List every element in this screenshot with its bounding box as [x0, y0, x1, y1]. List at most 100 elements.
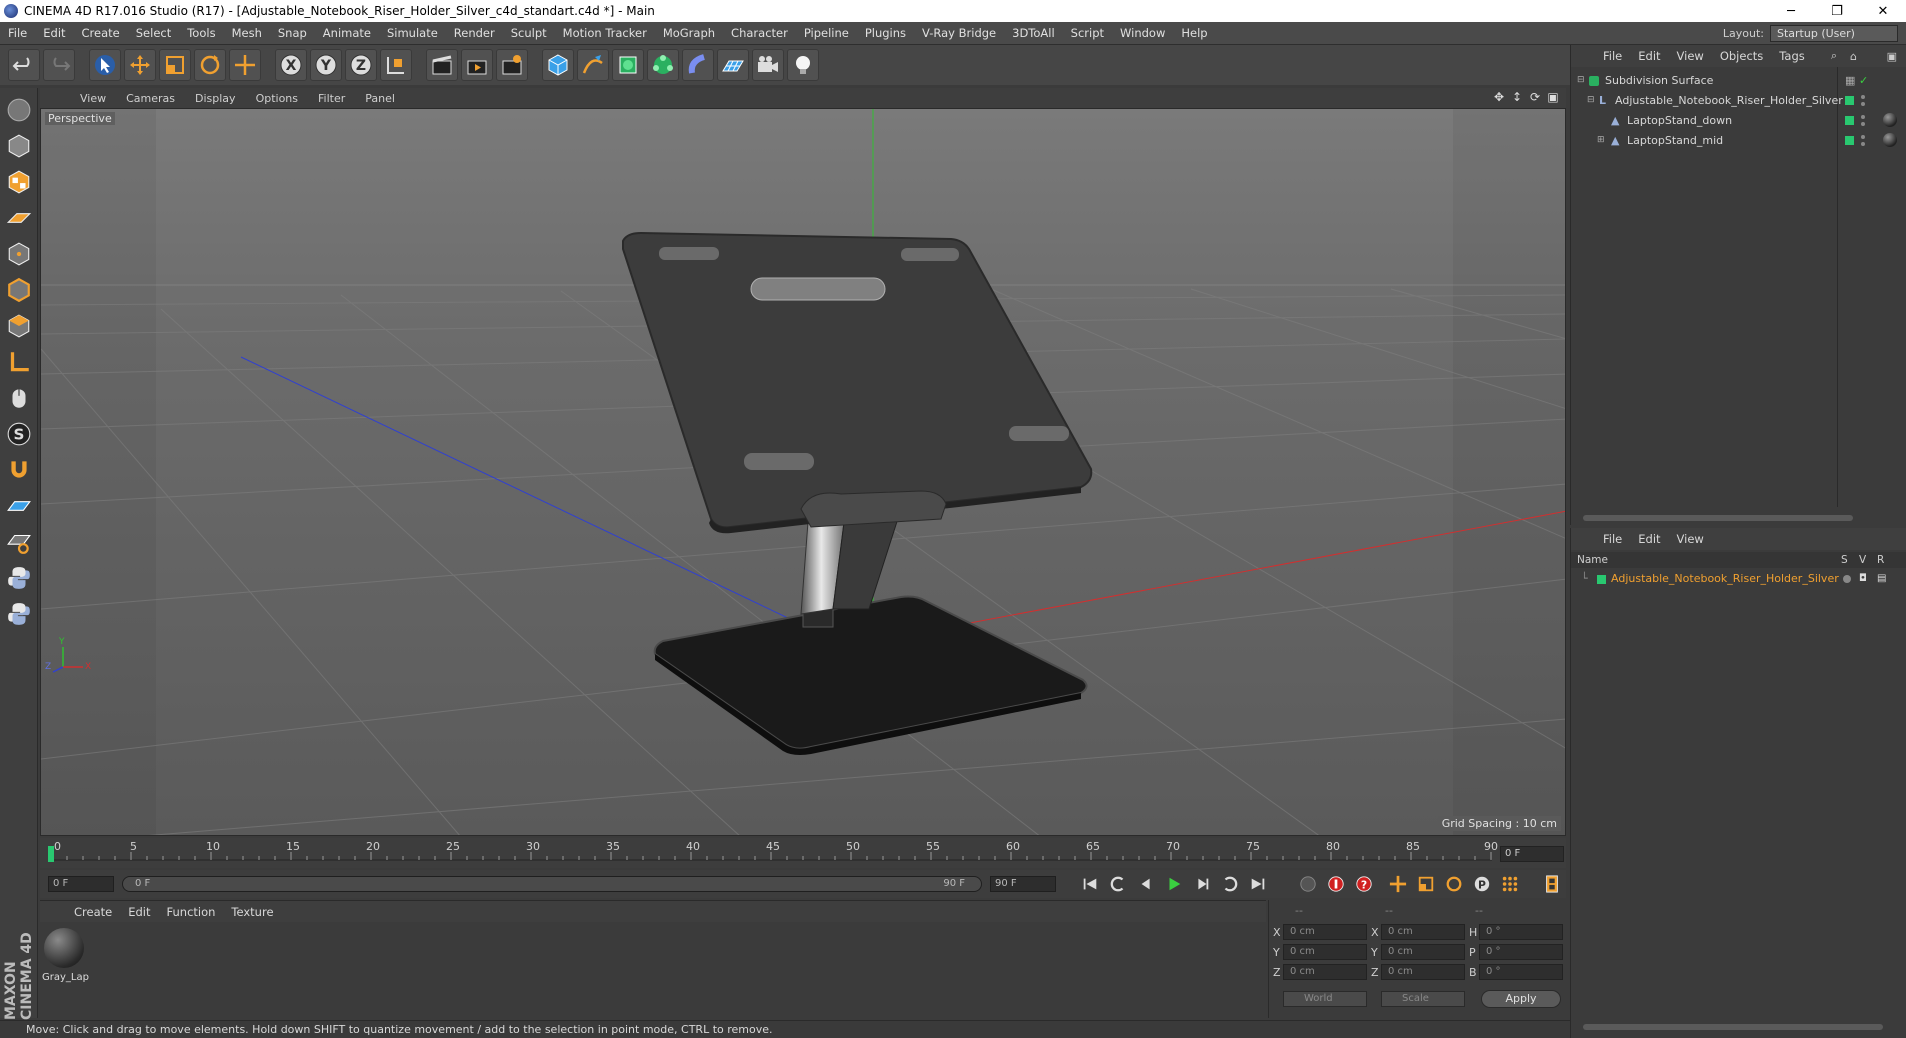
object-row-notebook-riser[interactable]: ⊟ L Adjustable_Notebook_Riser_Holder_Sil… [1571, 91, 1906, 110]
snap-button[interactable]: S [3, 418, 35, 450]
record-active-button[interactable] [1324, 872, 1348, 896]
viewport-menu-panel[interactable]: Panel [355, 92, 405, 105]
light-button[interactable] [787, 49, 819, 81]
om-maximize-icon[interactable]: ▣ [1887, 50, 1897, 63]
am-menu-view[interactable]: View [1669, 532, 1712, 546]
render-settings-button[interactable] [496, 49, 528, 81]
z-axis-lock-button[interactable]: Z [345, 49, 377, 81]
layout-dropdown[interactable]: Startup (User) [1770, 25, 1898, 42]
previous-frame-button[interactable] [1134, 872, 1158, 896]
menu-create[interactable]: Create [74, 26, 128, 40]
material-menu-function[interactable]: Function [159, 905, 224, 919]
om-home-icon[interactable]: ⌂ [1850, 50, 1857, 63]
coordinate-space-dropdown[interactable]: World [1283, 991, 1367, 1007]
timeline-ruler[interactable]: 0 5 10 15 20 25 30 35 40 45 50 55 60 65 … [40, 838, 1566, 868]
menu-edit[interactable]: Edit [35, 26, 73, 40]
max-frame-input[interactable]: 90 F [990, 876, 1056, 892]
layer-color-swatch[interactable] [1597, 575, 1606, 584]
next-frame-button[interactable] [1190, 872, 1214, 896]
frame-range-slider[interactable]: 0 F 90 F [122, 876, 982, 892]
floor-button[interactable] [717, 49, 749, 81]
camera-button[interactable] [752, 49, 784, 81]
menu-mesh[interactable]: Mesh [224, 26, 270, 40]
undo-button[interactable] [8, 49, 40, 81]
position-y-input[interactable]: 0 cm [1283, 944, 1367, 960]
menu-tools[interactable]: Tools [179, 26, 223, 40]
next-key-button[interactable] [1218, 872, 1242, 896]
om-menu-tags[interactable]: Tags [1771, 49, 1812, 63]
viewport-menu-cameras[interactable]: Cameras [116, 92, 185, 105]
object-row-laptopstand-mid[interactable]: ⊞ ▲ LaptopStand_mid [1571, 131, 1906, 150]
menu-window[interactable]: Window [1112, 26, 1173, 40]
current-frame-field[interactable]: 0 F [1500, 846, 1564, 862]
object-row-subdivision-surface[interactable]: ⊟ Subdivision Surface ▦ ✓ [1571, 71, 1906, 90]
tweak-mode-button[interactable] [3, 382, 35, 414]
layer-color-tag[interactable] [1845, 96, 1854, 105]
mograph-cloner-button[interactable] [647, 49, 679, 81]
position-z-input[interactable]: 0 cm [1283, 964, 1367, 980]
menu-motion-tracker[interactable]: Motion Tracker [555, 26, 655, 40]
menu-script[interactable]: Script [1063, 26, 1112, 40]
transform-button[interactable] [229, 49, 261, 81]
viewport-menu-options[interactable]: Options [246, 92, 308, 105]
menu-select[interactable]: Select [128, 26, 179, 40]
orbit-view-icon[interactable]: ⟳ [1528, 90, 1542, 104]
om-search-icon[interactable]: ⌕ [1831, 49, 1837, 63]
dolly-view-icon[interactable]: ↕ [1510, 90, 1524, 104]
key-scale-button[interactable] [1414, 872, 1438, 896]
rotate-button[interactable] [194, 49, 226, 81]
key-parameter-button[interactable]: P [1470, 872, 1494, 896]
redo-button[interactable] [43, 49, 75, 81]
rotation-b-input[interactable]: 0 ° [1479, 964, 1563, 980]
om-menu-file[interactable]: File [1595, 49, 1630, 63]
model-mode-button[interactable] [3, 130, 35, 162]
apply-button[interactable]: Apply [1481, 990, 1561, 1008]
visibility-check-icon[interactable]: ▦ [1845, 71, 1855, 90]
go-to-end-button[interactable] [1246, 872, 1270, 896]
menu-plugins[interactable]: Plugins [857, 26, 914, 40]
edges-mode-button[interactable] [3, 274, 35, 306]
size-z-input[interactable]: 0 cm [1381, 964, 1465, 980]
polygons-mode-button[interactable] [3, 310, 35, 342]
minimize-button[interactable]: ─ [1768, 0, 1814, 22]
attribute-manager-scrollbar[interactable] [1583, 1024, 1883, 1030]
size-mode-dropdown[interactable]: Scale [1381, 991, 1465, 1007]
visibility-dots[interactable] [1861, 135, 1865, 139]
layer-color-tag[interactable] [1845, 136, 1854, 145]
material-menu-create[interactable]: Create [66, 905, 120, 919]
timeline-window-button[interactable] [1540, 872, 1564, 896]
visibility-dots[interactable] [1861, 95, 1865, 99]
make-editable-button[interactable] [3, 94, 35, 126]
perspective-viewport[interactable]: Y X Z Perspective Grid Spacing : 10 cm [40, 108, 1566, 836]
viewport-menu-view[interactable]: View [70, 92, 116, 105]
y-axis-lock-button[interactable]: Y [310, 49, 342, 81]
material-menu-texture[interactable]: Texture [223, 905, 281, 919]
x-axis-lock-button[interactable]: X [275, 49, 307, 81]
key-rotation-button[interactable] [1442, 872, 1466, 896]
om-menu-view[interactable]: View [1669, 49, 1712, 63]
menu-mograph[interactable]: MoGraph [655, 26, 723, 40]
menu-simulate[interactable]: Simulate [379, 26, 446, 40]
visibility-dots[interactable] [1861, 102, 1865, 106]
viewport-menu-filter[interactable]: Filter [308, 92, 355, 105]
menu-pipeline[interactable]: Pipeline [796, 26, 857, 40]
size-x-input[interactable]: 0 cm [1381, 924, 1465, 940]
menu-help[interactable]: Help [1173, 26, 1215, 40]
spline-pen-button[interactable] [577, 49, 609, 81]
coordinate-system-button[interactable] [380, 49, 412, 81]
rotation-h-input[interactable]: 0 ° [1479, 924, 1563, 940]
size-y-input[interactable]: 0 cm [1381, 944, 1465, 960]
position-x-input[interactable]: 0 cm [1283, 924, 1367, 940]
view-toggle-icon[interactable]: ◘ [1859, 570, 1867, 588]
play-button[interactable] [1162, 872, 1186, 896]
menu-snap[interactable]: Snap [270, 26, 315, 40]
subdivision-surface-button[interactable] [612, 49, 644, 81]
menu-vray-bridge[interactable]: V-Ray Bridge [914, 26, 1004, 40]
key-pla-button[interactable] [1498, 872, 1522, 896]
layer-row[interactable]: └ Adjustable_Notebook_Riser_Holder_Silve… [1571, 570, 1906, 588]
rotation-p-input[interactable]: 0 ° [1479, 944, 1563, 960]
material-menu-edit[interactable]: Edit [120, 905, 158, 919]
render-toggle-icon[interactable]: ▤ [1877, 570, 1886, 588]
menu-render[interactable]: Render [446, 26, 503, 40]
material-tag-icon[interactable] [1883, 133, 1897, 147]
